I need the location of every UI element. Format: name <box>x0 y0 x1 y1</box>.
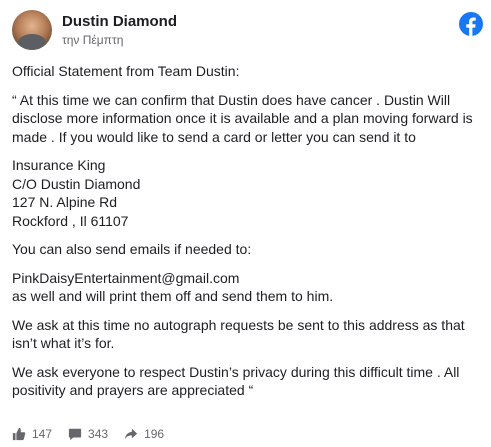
address-line: C/O Dustin Diamond <box>12 175 141 192</box>
post-timestamp[interactable]: την Πέμπτη <box>62 32 177 48</box>
author-info: Dustin Diamond την Πέμπτη <box>62 12 177 48</box>
email-block: PinkDaisyEntertainment@gmail.com as well… <box>12 269 482 306</box>
comments-count: 343 <box>88 427 109 441</box>
post-paragraph: Official Statement from Team Dustin: <box>12 63 240 79</box>
address-line: Rockford , Il 61107 <box>12 212 129 229</box>
post-header: Dustin Diamond την Πέμπτη <box>12 10 177 50</box>
avatar[interactable] <box>12 10 52 50</box>
author-name[interactable]: Dustin Diamond <box>62 12 177 31</box>
post-paragraph: We ask at this time no autograph request… <box>12 316 465 352</box>
engagement-bar: 147 343 196 <box>12 425 180 443</box>
post-card: Dustin Diamond την Πέμπτη Official State… <box>0 0 491 447</box>
facebook-logo-icon <box>459 12 483 36</box>
email-intro: You can also send emails if needed to: <box>12 241 252 257</box>
address-line: Insurance King <box>12 157 106 173</box>
comment-icon <box>68 428 82 441</box>
thumbs-up-icon <box>12 427 26 441</box>
email-note: as well and will print them off and send… <box>12 288 334 304</box>
mailing-address: Insurance King C/O Dustin Diamond 127 N.… <box>12 156 482 230</box>
address-line: 127 N. Alpine Rd <box>12 194 118 210</box>
email-address: PinkDaisyEntertainment@gmail.com <box>12 269 240 286</box>
post-body: Official Statement from Team Dustin: “ A… <box>12 62 482 410</box>
post-paragraph: “ At this time we can confirm that Dusti… <box>12 91 473 145</box>
shares-stat[interactable]: 196 <box>124 427 164 441</box>
share-icon <box>124 428 138 440</box>
post-paragraph: We ask everyone to respect Dustin’s priv… <box>12 363 460 399</box>
shares-count: 196 <box>144 427 165 441</box>
comments-stat[interactable]: 343 <box>68 427 108 441</box>
likes-count: 147 <box>32 427 53 441</box>
likes-stat[interactable]: 147 <box>12 427 52 441</box>
